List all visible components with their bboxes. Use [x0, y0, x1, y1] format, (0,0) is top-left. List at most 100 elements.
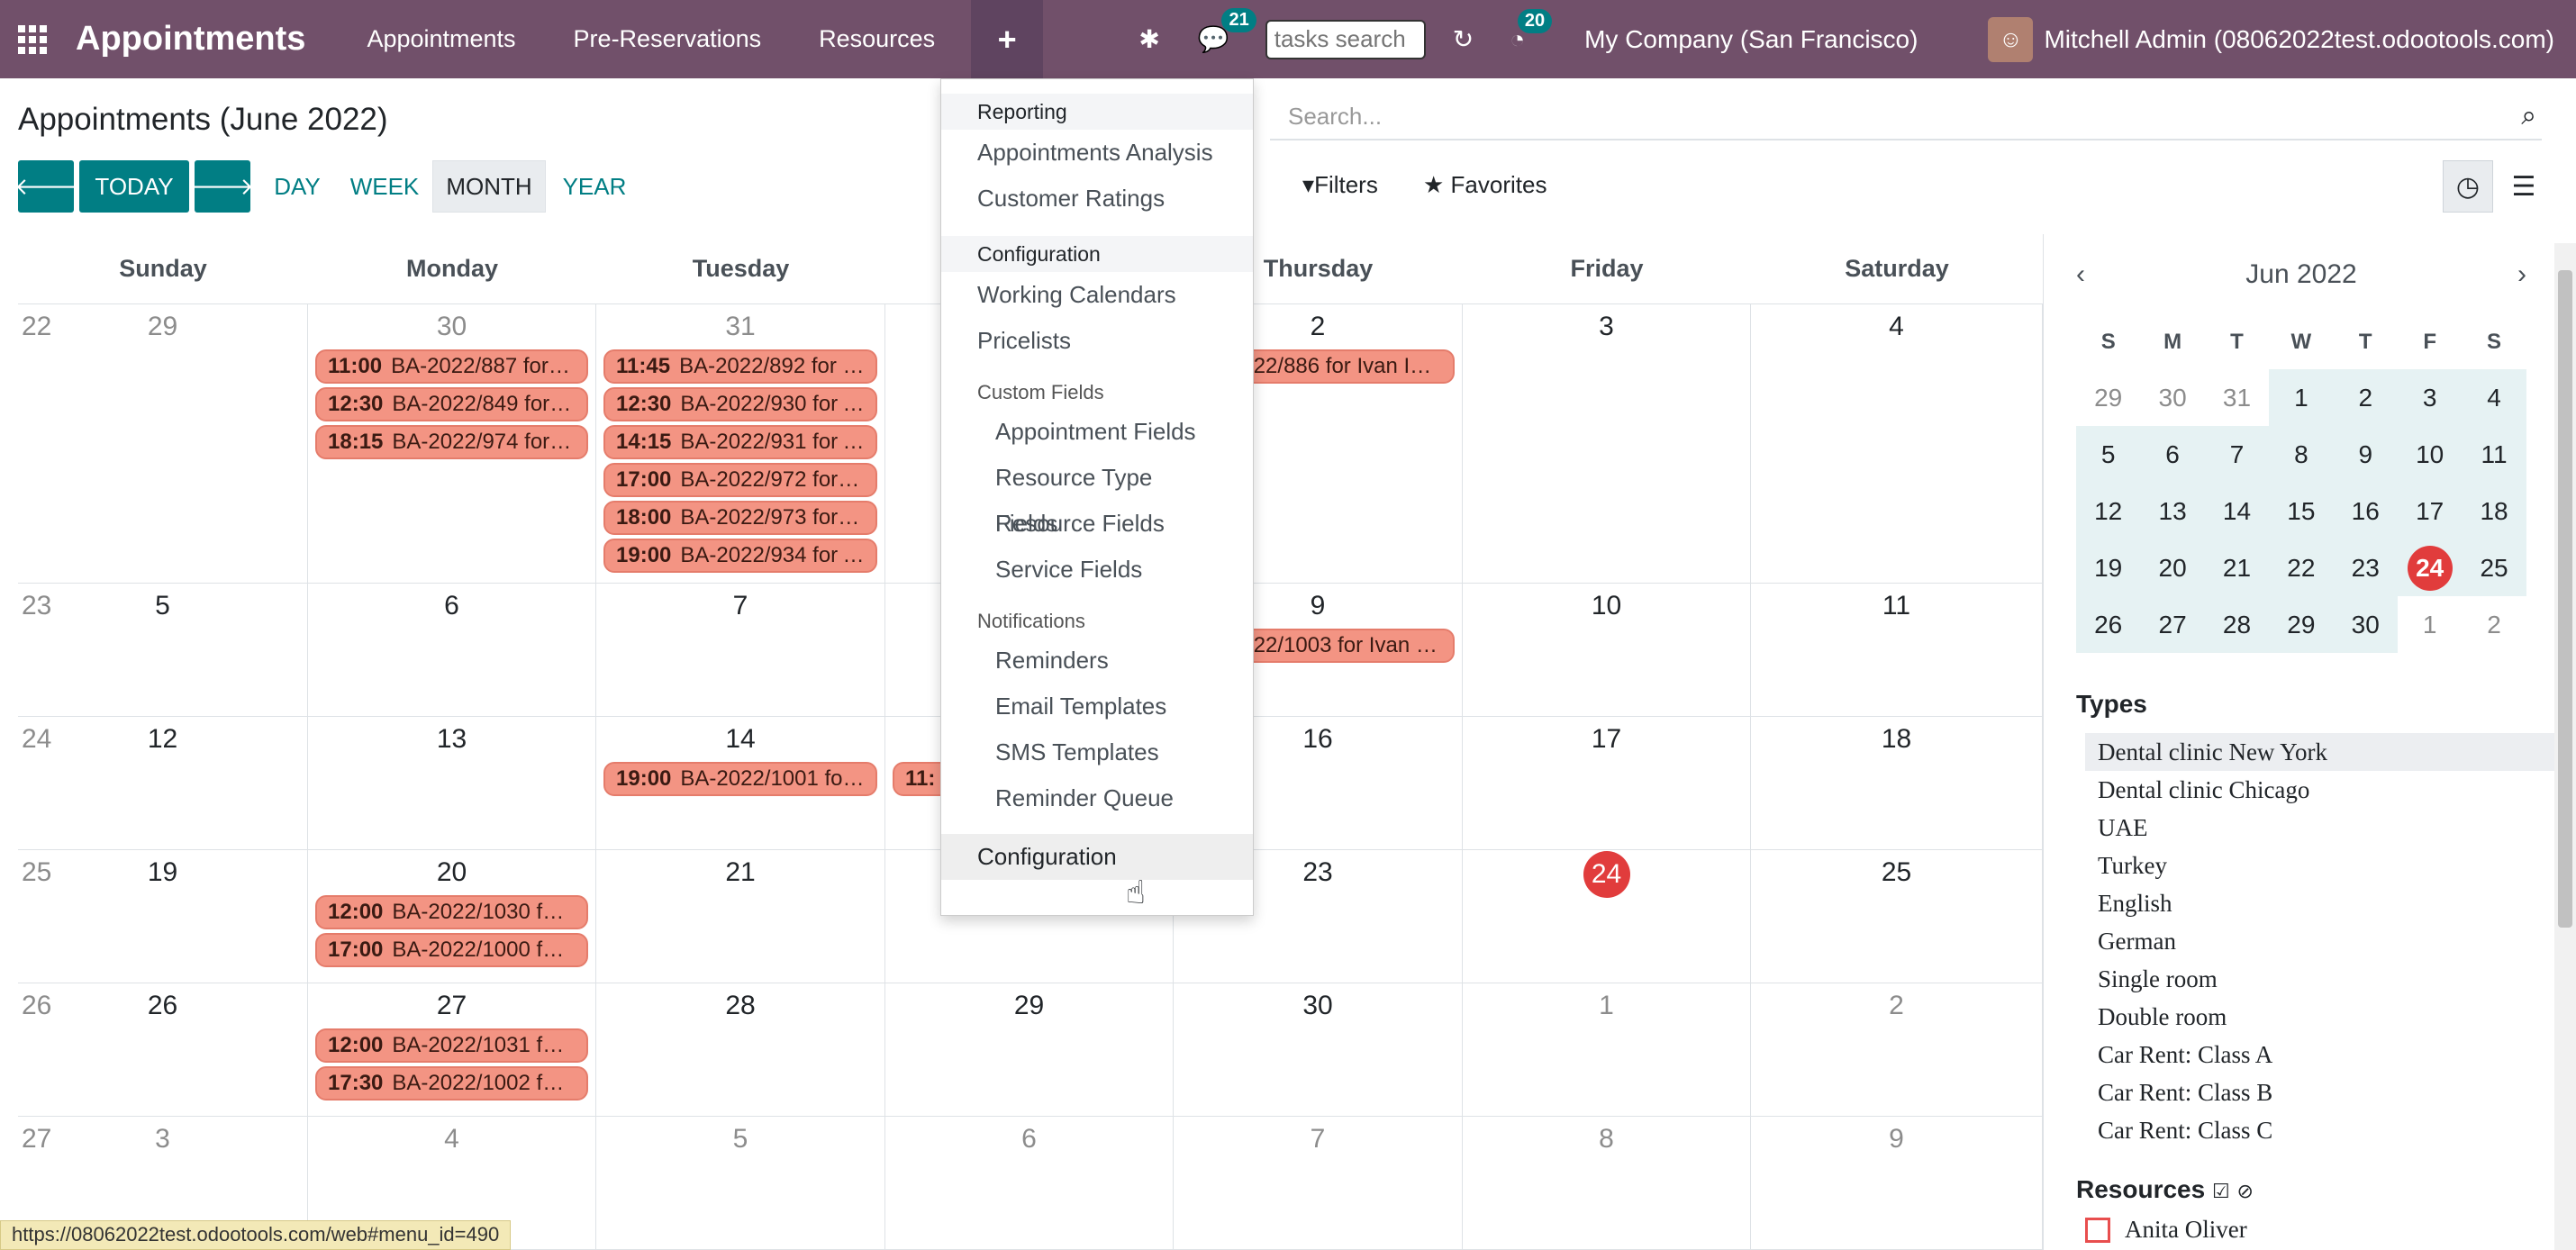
mini-day[interactable]: 24 [2397, 539, 2463, 596]
mini-day[interactable]: 2 [2462, 596, 2526, 653]
day-cell[interactable]: 6 [885, 1117, 1174, 1249]
dropdown-menu-item[interactable]: Configuration [941, 834, 1253, 880]
search-bar[interactable]: Search... ⌕ [1270, 94, 2542, 140]
calendar-event[interactable]: 18:15 BA-2022/974 for Ivan Ivanov [315, 425, 588, 459]
calendar-event[interactable]: 18:00 BA-2022/973 for Ivan Ivanov [603, 501, 877, 535]
menu-more-plus-button[interactable]: + [971, 0, 1044, 78]
mini-day[interactable]: 19 [2076, 539, 2141, 596]
day-cell[interactable]: 25 [1751, 850, 2043, 983]
day-cell[interactable]: 20 12:00 BA-2022/1030 for Ivan Ivanov 17:00… [308, 850, 596, 983]
mini-day[interactable]: 27 [2140, 596, 2205, 653]
type-filter-item[interactable]: Car Rent: Class A [2085, 1036, 2568, 1073]
mini-day[interactable]: 15 [2269, 483, 2334, 539]
day-cell[interactable]: 18 [1751, 717, 2043, 849]
mini-day[interactable]: 25 [2462, 539, 2526, 596]
day-cell[interactable]: 13 [308, 717, 596, 849]
check-all-icon[interactable]: ☑ [2212, 1180, 2230, 1202]
mini-day[interactable]: 30 [2333, 596, 2398, 653]
day-cell[interactable]: 27 12:00 BA-2022/1031 for Ivan Ivanov 17:30… [308, 983, 596, 1116]
day-cell[interactable]: 29 [18, 304, 308, 583]
dropdown-menu-item[interactable]: Working Calendars [941, 272, 1253, 318]
menu-resources[interactable]: Resources [790, 0, 964, 78]
calendar-event[interactable]: 12:00 BA-2022/1031 for Ivan Ivanov [315, 1028, 588, 1063]
mini-day[interactable]: 23 [2333, 539, 2398, 596]
mini-day[interactable]: 14 [2204, 483, 2270, 539]
calendar-event[interactable]: 12:00 BA-2022/1030 for Ivan Ivanov [315, 895, 588, 929]
activities-icon[interactable]: ◔ 20 [1510, 8, 1553, 54]
mini-day[interactable]: 17 [2397, 483, 2463, 539]
day-cell[interactable]: 26 [18, 983, 308, 1116]
mini-day[interactable]: 18 [2462, 483, 2526, 539]
menu-appointments[interactable]: Appointments [338, 0, 544, 78]
type-filter-item[interactable]: Car Rent: Class B [2085, 1073, 2568, 1111]
mini-day[interactable]: 20 [2140, 539, 2205, 596]
refresh-icon[interactable]: ↻ [1453, 24, 1474, 54]
day-cell[interactable]: 5 [596, 1117, 885, 1249]
menu-pre-reservations[interactable]: Pre-Reservations [545, 0, 791, 78]
day-cell[interactable]: 21 [596, 850, 885, 983]
mini-day[interactable]: 1 [2398, 596, 2462, 653]
uncheck-all-icon[interactable]: ⊘ [2236, 1180, 2253, 1202]
calendar-event[interactable]: 17:00 BA-2022/1000 for Ivan Ivanov [315, 933, 588, 967]
type-filter-item[interactable]: Double room [2085, 998, 2568, 1036]
dropdown-menu-item[interactable]: SMS Templates [941, 729, 1253, 775]
calendar-view-button[interactable]: ◷ [2443, 160, 2493, 213]
calendar-event[interactable]: 11:00 BA-2022/887 for Ivan Ivanov [315, 349, 588, 384]
day-cell[interactable]: 19 [18, 850, 308, 983]
page-scrollbar[interactable] [2554, 243, 2576, 1250]
calendar-event[interactable]: 11:45 BA-2022/892 for Ivan Ivanov [603, 349, 877, 384]
type-filter-item[interactable]: Single room [2085, 960, 2568, 998]
dropdown-menu-item[interactable]: Appointment Fields [941, 409, 1253, 455]
day-cell[interactable]: 7 [1174, 1117, 1463, 1249]
mini-day[interactable]: 7 [2204, 426, 2270, 483]
type-filter-item[interactable]: Dental clinic New York [2085, 733, 2568, 771]
mini-day[interactable]: 12 [2076, 483, 2141, 539]
mini-day[interactable]: 4 [2462, 369, 2526, 426]
next-button[interactable]: 🡒 [191, 160, 254, 213]
bug-icon[interactable]: ✱ [1138, 24, 1159, 54]
mini-prev-icon[interactable]: ‹ [2076, 259, 2085, 290]
messages-icon[interactable]: 💬 21 [1198, 8, 1256, 54]
mini-day[interactable]: 29 [2076, 369, 2140, 426]
search-icon[interactable]: ⌕ [2521, 101, 2536, 131]
day-cell[interactable]: 4 [1751, 304, 2043, 583]
mini-day[interactable]: 22 [2269, 539, 2334, 596]
mini-day[interactable]: 8 [2269, 426, 2334, 483]
mini-day[interactable]: 16 [2333, 483, 2398, 539]
day-cell[interactable]: 24 [1463, 850, 1751, 983]
calendar-event[interactable]: 12:30 BA-2022/849 for Anita Oliver [315, 387, 588, 421]
mini-day[interactable]: 2 [2333, 369, 2398, 426]
mini-day[interactable]: 9 [2333, 426, 2398, 483]
type-filter-item[interactable]: Dental clinic Chicago [2085, 771, 2568, 809]
avatar[interactable]: ☺ [1988, 16, 2034, 62]
scale-day-button[interactable]: DAY [261, 160, 333, 213]
dropdown-menu-item[interactable]: Service Fields [941, 547, 1253, 593]
day-cell[interactable]: 28 [596, 983, 885, 1116]
resource-checkbox[interactable] [2085, 1217, 2110, 1243]
day-cell[interactable]: 6 [308, 584, 596, 716]
calendar-event[interactable]: 12:30 BA-2022/930 for Anita Oliver [603, 387, 877, 421]
day-cell[interactable]: 29 [885, 983, 1174, 1116]
today-button[interactable]: TODAY [79, 160, 189, 213]
dropdown-menu-item[interactable]: Reminders [941, 638, 1253, 684]
dropdown-menu-item[interactable]: Resource Fields [941, 501, 1253, 547]
day-cell[interactable]: 5 [18, 584, 308, 716]
filters-button[interactable]: ▾Filters [1302, 171, 1378, 199]
mini-day[interactable]: 3 [2397, 369, 2463, 426]
mini-day[interactable]: 5 [2076, 426, 2141, 483]
day-cell[interactable]: 1 [1463, 983, 1751, 1116]
day-cell[interactable]: 14 19:00 BA-2022/1001 for Ivan Ivanov [596, 717, 885, 849]
dropdown-menu-item[interactable]: Appointments Analysis [941, 130, 1253, 176]
mini-day[interactable]: 11 [2462, 426, 2526, 483]
mini-day[interactable]: 13 [2140, 483, 2205, 539]
dropdown-menu-item[interactable]: Customer Ratings [941, 176, 1253, 222]
day-cell[interactable]: 8 [1463, 1117, 1751, 1249]
mini-day[interactable]: 30 [2140, 369, 2204, 426]
type-filter-item[interactable]: German [2085, 922, 2568, 960]
scale-year-button[interactable]: YEAR [551, 160, 638, 213]
mini-day[interactable]: 28 [2204, 596, 2270, 653]
day-cell[interactable]: 10 [1463, 584, 1751, 716]
day-cell[interactable]: 9 [1751, 1117, 2043, 1249]
calendar-event[interactable]: 17:00 BA-2022/972 for Ivan Ivanov [603, 463, 877, 497]
dropdown-menu-item[interactable]: Resource Type Fields [941, 455, 1253, 537]
